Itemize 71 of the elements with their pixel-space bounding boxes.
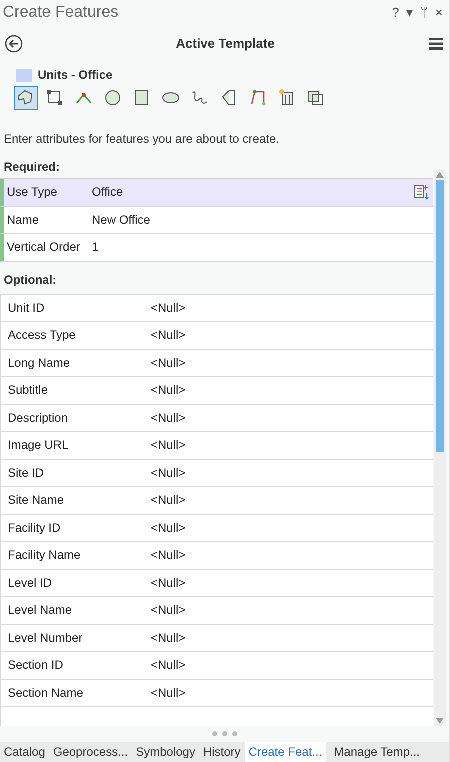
attribute-name: Vertical Order [6, 239, 82, 256]
section-label: Optional: [3, 272, 58, 288]
attribute-value: <Null> [151, 630, 187, 647]
menu-icon[interactable] [428, 37, 444, 51]
window-control[interactable]: × [435, 3, 443, 23]
attribute-name: Site Name [7, 492, 66, 510]
attribute-value: <Null> [151, 354, 187, 372]
attribute-name: Facility ID [7, 520, 62, 537]
template-name: Units - Office [38, 67, 113, 84]
circle-tool-icon [103, 88, 123, 108]
attribute-row[interactable]: Description <Null> [1, 404, 433, 432]
attribute-name: Description [7, 410, 70, 427]
attribute-row[interactable]: Section Name <Null> [1, 680, 433, 707]
attribute-value: <Null> [151, 547, 187, 564]
attribute-name: Long Name [7, 354, 72, 372]
attribute-name: Section ID [7, 657, 64, 674]
attribute-row[interactable]: Facility ID <Null> [1, 514, 433, 542]
bottom-tab[interactable]: Create Feat... [244, 742, 326, 762]
attribute-name: Level ID [7, 574, 54, 592]
instructions-text: Enter attributes for features you are about to create. [3, 131, 280, 148]
attribute-row[interactable]: Level Number <Null> [1, 624, 433, 652]
attribute-value: <Null> [151, 520, 187, 537]
attribute-name: Level Number [7, 630, 84, 647]
bottom-tab[interactable]: Geoprocess... [49, 742, 132, 762]
attribute-row[interactable]: Long Name <Null> [1, 350, 433, 377]
window-title: Create Features [3, 3, 119, 23]
attribute-name: Subtitle [7, 382, 50, 400]
window-control[interactable]: ᛘ [420, 3, 428, 23]
window-control[interactable]: ▾ [406, 3, 414, 23]
attribute-name: Site ID [7, 464, 46, 482]
panel-title: Active Template [176, 35, 275, 54]
attribute-value: New Office [92, 212, 152, 229]
bottom-tab[interactable]: Manage Temp... [330, 742, 424, 762]
attribute-value: Office [92, 184, 124, 202]
attribute-value: <Null> [151, 464, 187, 482]
attribute-name: Section Name [7, 684, 84, 702]
attribute-name: Unit ID [7, 300, 46, 317]
attribute-value: <Null> [151, 382, 187, 400]
attribute-name: Image URL [7, 437, 70, 454]
attribute-value: <Null> [151, 657, 187, 674]
grip-icon[interactable] [212, 731, 238, 737]
attribute-value: 1 [92, 239, 100, 256]
attribute-value: <Null> [151, 574, 187, 592]
attribute-row[interactable]: Vertical Order 1 [0, 234, 433, 262]
attribute-value: <Null> [151, 437, 187, 454]
section-label: Required: [3, 159, 62, 176]
attribute-row[interactable]: Site ID <Null> [1, 460, 433, 487]
tool-button[interactable] [14, 86, 38, 110]
scrollbar[interactable] [434, 170, 446, 726]
attribute-row[interactable]: Name New Office [0, 206, 433, 234]
back-icon[interactable] [5, 35, 23, 53]
attribute-row[interactable]: Use Type Office [0, 179, 433, 206]
attribute-value: <Null> [151, 684, 187, 702]
attribute-value: <Null> [151, 327, 187, 344]
attribute-row[interactable]: Level ID <Null> [1, 570, 433, 597]
attribute-value: <Null> [151, 410, 187, 427]
bottom-tab[interactable]: History [199, 742, 245, 762]
attribute-name: Facility Name [7, 547, 82, 564]
attribute-name: Level Name [7, 602, 74, 620]
bottom-tab[interactable]: Catalog [0, 742, 50, 762]
attribute-name: Use Type [6, 184, 58, 202]
window-control[interactable]: ? [392, 3, 400, 23]
attribute-value: <Null> [151, 492, 187, 510]
field-list-icon[interactable] [413, 184, 429, 200]
attribute-value: <Null> [151, 602, 187, 620]
attribute-name: Access Type [7, 327, 77, 344]
attribute-name: Name [6, 212, 40, 229]
scrollbar-thumb[interactable] [436, 180, 444, 452]
bottom-tab[interactable]: Symbology [132, 742, 200, 762]
rectangle-vertices-tool-icon [45, 88, 65, 108]
attribute-value: <Null> [151, 300, 187, 317]
